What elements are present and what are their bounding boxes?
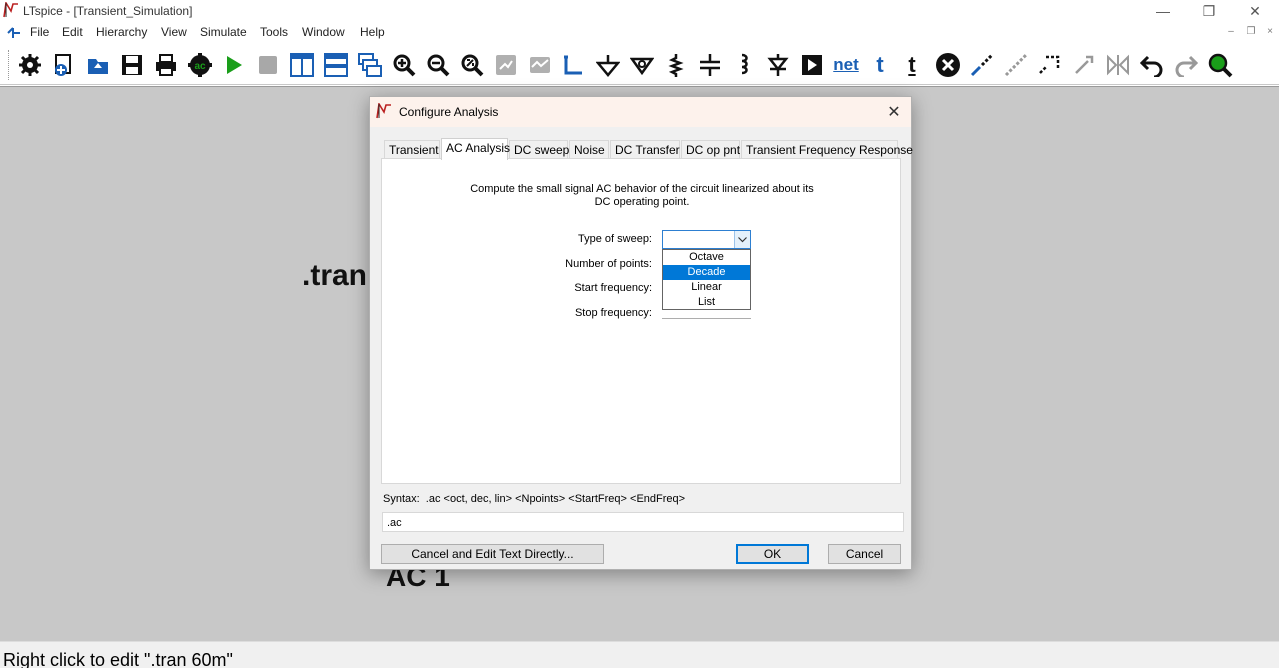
label-net-icon[interactable] bbox=[628, 51, 656, 79]
menu-edit[interactable]: Edit bbox=[62, 25, 83, 39]
ok-button[interactable]: OK bbox=[736, 544, 809, 564]
restore-button[interactable]: ❐ bbox=[1186, 0, 1232, 22]
undo-icon[interactable] bbox=[1138, 51, 1166, 79]
syntax-text: Syntax: .ac <oct, dec, lin> <Npoints> <S… bbox=[383, 493, 686, 505]
stop-frequency-label: Stop frequency: bbox=[574, 307, 652, 319]
close-window-button[interactable]: ✕ bbox=[1232, 0, 1278, 22]
resistor-icon[interactable] bbox=[662, 51, 690, 79]
sweep-option-list[interactable]: List bbox=[663, 295, 750, 310]
ltspice-logo-icon bbox=[3, 2, 18, 18]
toolbar: ac net t t bbox=[0, 45, 1279, 85]
status-bar: Right click to edit ".tran 60m" bbox=[0, 641, 1279, 668]
drag-icon[interactable] bbox=[1036, 51, 1064, 79]
net-label-tool[interactable]: net bbox=[832, 51, 860, 79]
status-text: Right click to edit ".tran 60m" bbox=[3, 650, 233, 668]
sweep-option-octave[interactable]: Octave bbox=[663, 250, 750, 265]
zoom-in-icon[interactable] bbox=[390, 51, 418, 79]
dialog-title: Configure Analysis bbox=[399, 105, 499, 119]
analysis-description: Compute the small signal AC behavior of … bbox=[470, 183, 814, 208]
open-folder-icon[interactable] bbox=[84, 51, 112, 79]
move-icon[interactable] bbox=[1002, 51, 1030, 79]
tab-dc-op-pnt[interactable]: DC op pnt bbox=[681, 140, 740, 159]
window-title: LTspice - [Transient_Simulation] bbox=[23, 4, 193, 18]
start-frequency-label: Start frequency: bbox=[574, 282, 652, 294]
tab-noise[interactable]: Noise bbox=[569, 140, 609, 159]
menu-bar: File Edit Hierarchy View Simulate Tools … bbox=[0, 22, 1279, 42]
save-icon[interactable] bbox=[118, 51, 146, 79]
mdi-minimize-button[interactable]: – bbox=[1222, 26, 1240, 40]
title-bar: LTspice - [Transient_Simulation] — ❐ ✕ bbox=[0, 0, 1279, 22]
menu-tools[interactable]: Tools bbox=[260, 25, 288, 39]
schematic-doc-icon[interactable] bbox=[6, 24, 22, 40]
capacitor-icon[interactable] bbox=[696, 51, 724, 79]
draw-wire-icon[interactable] bbox=[560, 51, 588, 79]
waveform-icon[interactable] bbox=[526, 51, 554, 79]
tab-ac-analysis[interactable]: AC Analysis bbox=[441, 138, 510, 160]
dialog-close-icon[interactable]: ✕ bbox=[883, 101, 905, 123]
menu-file[interactable]: File bbox=[30, 25, 49, 39]
svg-text:ac: ac bbox=[194, 61, 206, 72]
mdi-restore-button[interactable]: ❐ bbox=[1242, 26, 1260, 40]
toolbar-grip[interactable] bbox=[8, 50, 10, 80]
net-label-text: net bbox=[833, 55, 859, 74]
mdi-close-button[interactable]: × bbox=[1261, 26, 1279, 40]
ground-icon[interactable] bbox=[594, 51, 622, 79]
ltspice-logo-icon bbox=[376, 103, 391, 119]
zoom-fit-icon[interactable] bbox=[458, 51, 486, 79]
diode-icon[interactable] bbox=[764, 51, 792, 79]
type-of-sweep-label: Type of sweep: bbox=[578, 233, 652, 245]
new-schematic-icon[interactable] bbox=[50, 51, 78, 79]
rotate-icon[interactable] bbox=[1070, 51, 1098, 79]
tile-vertical-icon[interactable] bbox=[288, 51, 316, 79]
tab-transient[interactable]: Transient bbox=[384, 140, 440, 159]
tile-horizontal-icon[interactable] bbox=[322, 51, 350, 79]
cascade-windows-icon[interactable] bbox=[356, 51, 384, 79]
text-tool[interactable]: t bbox=[866, 51, 894, 79]
tab-dc-sweep[interactable]: DC sweep bbox=[509, 140, 569, 159]
dialog-title-bar[interactable]: Configure Analysis ✕ bbox=[370, 97, 911, 127]
settings-gear-icon[interactable] bbox=[16, 51, 44, 79]
spice-directive-tool[interactable]: t bbox=[898, 51, 926, 79]
tab-transient-frequency-response[interactable]: Transient Frequency Response bbox=[741, 140, 913, 159]
menu-help[interactable]: Help bbox=[360, 25, 385, 39]
cancel-button[interactable]: Cancel bbox=[828, 544, 901, 564]
command-input[interactable]: .ac bbox=[382, 512, 904, 532]
chevron-down-icon[interactable] bbox=[734, 231, 750, 248]
mirror-icon[interactable] bbox=[1104, 51, 1132, 79]
tran-directive-text[interactable]: .tran bbox=[302, 259, 367, 293]
text-tool-label: t bbox=[876, 52, 884, 77]
sweep-type-select[interactable] bbox=[662, 230, 751, 249]
menu-hierarchy[interactable]: Hierarchy bbox=[96, 25, 147, 39]
ac-analysis-icon[interactable]: ac bbox=[186, 51, 214, 79]
minimize-button[interactable]: — bbox=[1140, 0, 1186, 22]
tab-dc-transfer[interactable]: DC Transfer bbox=[610, 140, 680, 159]
sweep-type-dropdown: Octave Decade Linear List bbox=[662, 249, 751, 310]
ac-analysis-panel: Compute the small signal AC behavior of … bbox=[381, 158, 901, 484]
delete-icon[interactable] bbox=[934, 51, 962, 79]
menu-view[interactable]: View bbox=[161, 25, 187, 39]
number-of-points-label: Number of points: bbox=[565, 258, 652, 270]
cancel-and-edit-text-button[interactable]: Cancel and Edit Text Directly... bbox=[381, 544, 604, 564]
print-icon[interactable] bbox=[152, 51, 180, 79]
menu-window[interactable]: Window bbox=[302, 25, 345, 39]
sweep-option-linear[interactable]: Linear bbox=[663, 280, 750, 295]
inductor-icon[interactable] bbox=[730, 51, 758, 79]
stop-simulation-icon[interactable] bbox=[254, 51, 282, 79]
zoom-out-icon[interactable] bbox=[424, 51, 452, 79]
sweep-option-decade[interactable]: Decade bbox=[663, 265, 750, 280]
spice-directive-label: t bbox=[908, 52, 916, 77]
menu-simulate[interactable]: Simulate bbox=[200, 25, 247, 39]
find-icon[interactable] bbox=[1206, 51, 1234, 79]
component-icon[interactable] bbox=[798, 51, 826, 79]
redo-icon[interactable] bbox=[1172, 51, 1200, 79]
duplicate-icon[interactable] bbox=[968, 51, 996, 79]
configure-analysis-dialog: Configure Analysis ✕ Transient AC Analys… bbox=[369, 96, 913, 570]
stop-frequency-field[interactable] bbox=[662, 318, 751, 319]
run-simulation-icon[interactable] bbox=[220, 51, 248, 79]
autorange-icon[interactable] bbox=[492, 51, 520, 79]
